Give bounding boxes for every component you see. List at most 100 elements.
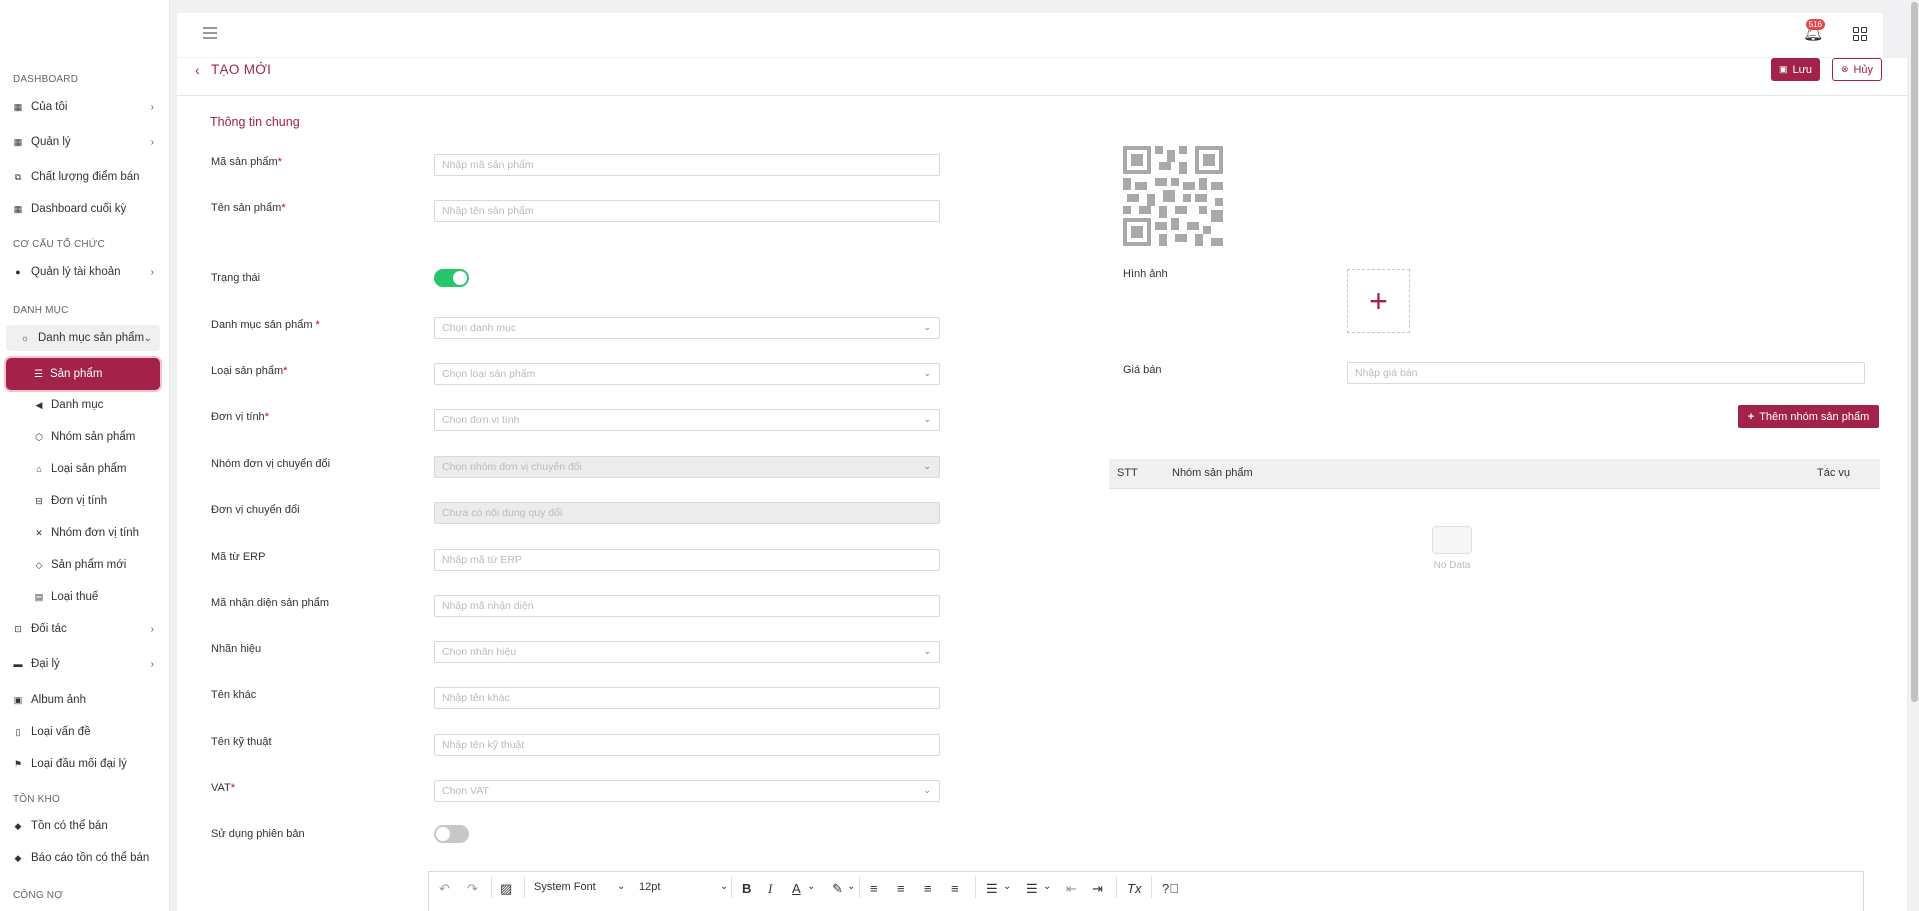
nhan-hieu-select[interactable]: Chọn nhãn hiệu ⌄ <box>434 641 940 663</box>
danh-muc-select[interactable]: Chọn danh mục ⌄ <box>434 317 940 339</box>
undo-icon[interactable]: ↶ <box>439 881 450 897</box>
clear-format-icon[interactable]: Tx <box>1127 881 1141 896</box>
highlight-icon[interactable]: ✎ <box>832 881 843 897</box>
sidebar-item-danh-muc-san-pham[interactable]: ☼ Danh mục sản phẩm ⌄ <box>20 326 156 350</box>
sidebar-item-danh-muc[interactable]: ◀ Danh mục <box>34 393 159 417</box>
section-debt: CÔNG NỢ <box>13 890 63 901</box>
align-center-icon[interactable]: ≡ <box>897 881 905 896</box>
section-title: Thông tin chung <box>210 115 300 129</box>
chevron-down-icon[interactable]: ⌄ <box>1003 881 1011 892</box>
back-arrow-icon[interactable]: ‹ <box>195 62 200 78</box>
ten-ky-thuat-input[interactable]: Nhập tên kỹ thuật <box>434 734 940 756</box>
sidebar-item-chat-luong[interactable]: ⧉ Chất lượng điểm bán <box>13 165 158 189</box>
sidebar-item-dashboard-cuoi-ky[interactable]: ▦ Dashboard cuối kỳ <box>13 197 158 221</box>
section-stock: TỒN KHO <box>13 794 60 805</box>
bullet-list-icon[interactable]: ☰ <box>986 881 998 897</box>
cancel-button[interactable]: ⊗ Hủy <box>1832 58 1882 81</box>
align-right-icon[interactable]: ≡ <box>924 881 932 896</box>
sidebar-item-loai-van-de[interactable]: ▯ Loại vấn đề <box>13 720 158 744</box>
sidebar-item-loai-san-pham[interactable]: ⌂ Loại sản phẩm <box>34 457 159 481</box>
redo-icon[interactable]: ↷ <box>467 881 478 897</box>
col-tac-vu: Tác vụ <box>1817 467 1851 479</box>
chevron-down-icon[interactable]: ⌄ <box>617 881 625 892</box>
chevron-down-icon[interactable]: ⌄ <box>720 881 728 892</box>
sidebar-item-label: Danh mục <box>51 399 104 411</box>
scrollbar-thumb[interactable] <box>1911 2 1918 702</box>
vat-select[interactable]: Chọn VAT ⌄ <box>434 780 940 802</box>
chevron-down-icon[interactable]: ⌄ <box>1043 881 1051 892</box>
dashboard-icon: ▦ <box>13 136 23 147</box>
don-vi-tinh-select[interactable]: Chọn đơn vị tính ⌄ <box>434 409 940 431</box>
sidebar-item-bao-cao-ton[interactable]: ◆ Báo cáo tồn có thể bán <box>13 846 158 870</box>
numbered-list-icon[interactable]: ☰ <box>1026 881 1038 897</box>
ma-erp-input[interactable]: Nhập mã từ ERP <box>434 549 940 571</box>
bold-icon[interactable]: B <box>742 881 751 896</box>
sidebar-item-cua-toi[interactable]: ▦ Của tôi › <box>13 95 158 119</box>
ten-khac-input[interactable]: Nhập tên khác <box>434 687 940 709</box>
ma-san-pham-input[interactable]: Nhập mã sản phẩm <box>434 154 940 176</box>
chevron-down-icon[interactable]: ⌄ <box>847 881 855 892</box>
page-title: TẠO MỚI <box>211 62 272 77</box>
su-dung-phien-ban-toggle[interactable] <box>434 825 469 843</box>
label-trang-thai: Trạng thái <box>211 272 261 284</box>
label-vat: VAT* <box>211 782 236 794</box>
sidebar-item-label: Album ảnh <box>31 694 86 706</box>
empty-box-icon <box>1432 526 1472 554</box>
apps-grid-icon[interactable] <box>1853 27 1867 41</box>
sidebar-item-don-vi-tinh[interactable]: ⊟ Đơn vị tính <box>34 489 159 513</box>
sidebar-item-loai-dau-moi[interactable]: ⚑ Loại đầu mối đại lý <box>13 752 158 776</box>
indent-icon[interactable]: ⇥ <box>1092 881 1103 897</box>
qr-code-icon <box>1123 146 1223 246</box>
empty-text: No Data <box>1433 560 1471 571</box>
separator <box>491 876 492 898</box>
image-icon[interactable]: ▨ <box>500 881 512 897</box>
text-color-icon[interactable]: A <box>792 881 801 896</box>
nhom-don-vi-select[interactable]: Chọn nhóm đơn vị chuyển đổi ⌄ <box>434 456 940 478</box>
font-family-select[interactable]: System Font <box>534 881 596 893</box>
cancel-button-label: Hủy <box>1853 63 1874 76</box>
ten-san-pham-input[interactable]: Nhập tên sản phẩm <box>434 200 940 222</box>
outdent-icon[interactable]: ⇤ <box>1066 881 1077 897</box>
chevron-down-icon[interactable]: ⌄ <box>807 881 815 892</box>
loai-san-pham-select[interactable]: Chọn loại sản phẩm ⌄ <box>434 363 940 385</box>
receipt-icon: ▤ <box>34 591 44 602</box>
sidebar-item-nhom-don-vi-tinh[interactable]: ✕ Nhóm đơn vị tính <box>34 521 159 545</box>
font-size-select[interactable]: 12pt <box>639 881 660 893</box>
cancel-icon: ⊗ <box>1840 64 1849 74</box>
sidebar-item-loai-thue[interactable]: ▤ Loại thuế <box>34 585 159 609</box>
add-product-group-button[interactable]: + Thêm nhóm sản phẩm <box>1738 405 1879 428</box>
sidebar-item-album-anh[interactable]: ▣ Album ảnh <box>13 688 158 712</box>
gia-ban-label: Giá bán <box>1123 364 1162 376</box>
label-danh-muc: Danh mục sản phẩm * <box>211 319 320 331</box>
image-upload[interactable]: + <box>1347 269 1410 333</box>
italic-icon[interactable]: I <box>768 881 772 897</box>
sidebar-item-label: Đơn vị tính <box>51 495 108 507</box>
sidebar-item-san-pham-moi[interactable]: ◇ Sản phẩm mới <box>34 553 159 577</box>
sidebar-item-ton-co-the-ban[interactable]: ◆ Tồn có thể bán <box>13 814 158 838</box>
label-ma-san-pham: Mã sản phẩm* <box>211 156 282 168</box>
col-stt: STT <box>1117 467 1138 479</box>
save-button[interactable]: ▣ Lưu <box>1771 58 1820 81</box>
plus-icon: + <box>1747 410 1755 423</box>
sidebar-item-quan-ly[interactable]: ▦ Quản lý › <box>13 130 158 154</box>
sidebar-item-doi-tac[interactable]: ⊡ Đối tác › <box>13 617 158 641</box>
cube-icon: ⬡ <box>35 431 43 442</box>
page-scrollbar[interactable] <box>1910 0 1919 911</box>
chevron-down-icon: ⌄ <box>923 368 931 378</box>
align-left-icon[interactable]: ≡ <box>870 881 878 896</box>
topbar: 🔔︎ 516 <box>177 13 1883 57</box>
sidebar-item-nhom-san-pham[interactable]: ⬡ Nhóm sản phẩm <box>34 425 159 449</box>
sidebar-item-label: Nhóm đơn vị tính <box>51 527 140 539</box>
align-justify-icon[interactable]: ≡ <box>951 881 959 896</box>
separator <box>524 876 525 898</box>
sidebar-item-quan-ly-tai-khoan[interactable]: ● Quản lý tài khoản › <box>13 260 158 284</box>
sidebar-item-dai-ly[interactable]: ▬ Đại lý › <box>13 652 158 676</box>
sidebar-item-san-pham[interactable]: ☰ Sản phẩm <box>6 358 160 390</box>
trang-thai-toggle[interactable] <box>434 269 469 287</box>
menu-icon[interactable] <box>203 27 217 39</box>
shuffle-icon: ✕ <box>35 527 43 538</box>
ma-nhan-dien-input[interactable]: Nhập mã nhận diện <box>434 595 940 617</box>
gia-ban-input[interactable]: Nhập giá bán <box>1347 362 1865 384</box>
help-icon[interactable]: ?⃝ <box>1162 881 1179 896</box>
sidebar-item-label: Chất lượng điểm bán <box>31 171 140 183</box>
